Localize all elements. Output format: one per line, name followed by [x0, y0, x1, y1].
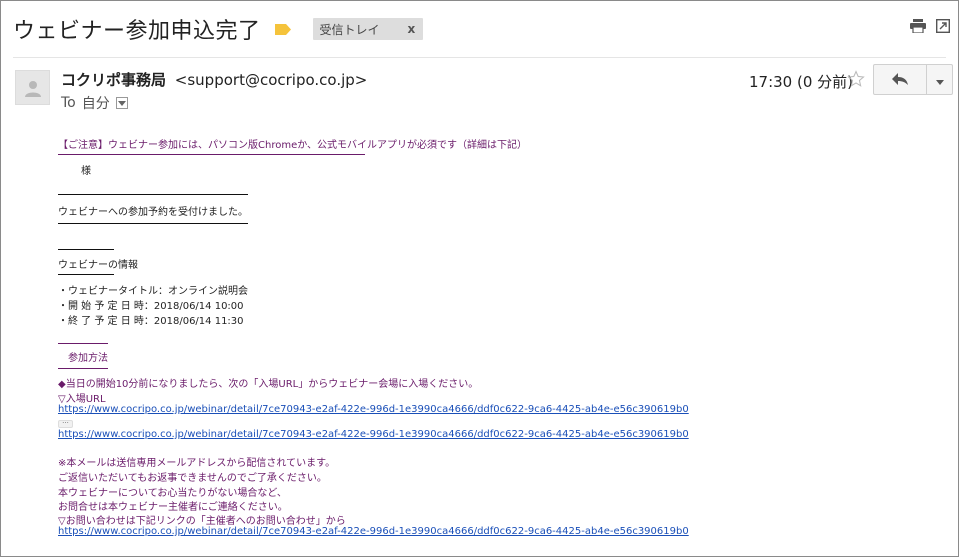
top-actions [910, 19, 950, 33]
salutation-text: 様 [81, 166, 91, 177]
show-trimmed-content-button[interactable]: ··· [58, 420, 73, 428]
print-icon[interactable] [910, 19, 926, 33]
inbox-label-text: 受信トレイ [319, 22, 380, 37]
entry-url-label: ▽入場URL [58, 394, 106, 405]
email-subject: ウェビナー参加申込完了 [13, 19, 261, 44]
dropdown-icon[interactable] [115, 97, 128, 109]
method-rule-bottom [58, 368, 108, 369]
footer-line-5: ▽お問い合わせは下記リンクの「主催者へのお問い合わせ」から [58, 516, 346, 527]
to-label: To [61, 95, 76, 111]
notice-rule [58, 154, 365, 155]
more-caret-icon [935, 70, 944, 89]
info-heading: ウェビナーの情報 [58, 260, 138, 271]
more-actions-button[interactable] [927, 65, 952, 94]
sender-line: コクリポ事務局 <support@cocripo.co.jp> [61, 69, 367, 90]
method-text: ◆当日の開始10分前になりましたら、次の「入場URL」からウェビナー会場に入場く… [58, 379, 479, 390]
reply-button-group [873, 64, 953, 95]
method-rule-top [58, 343, 108, 344]
sender-email: <support@cocripo.co.jp> [174, 71, 368, 89]
entry-url-link-2[interactable]: https://www.cocripo.co.jp/webinar/detail… [58, 429, 689, 440]
info-start: ・開 始 予 定 日 時：2018/06/14 10:00 [58, 301, 244, 312]
notice-text: 【ご注意】ウェビナー参加には、パソコン版Chromeか、公式モバイルアプリが必須… [58, 140, 528, 151]
email-window: ウェビナー参加申込完了 受信トレイ x コクリポ事務局 <support@coc… [0, 0, 959, 557]
inbox-label-chip: 受信トレイ x [312, 18, 424, 40]
received-rule-top [58, 194, 248, 195]
received-text: ウェビナーへの参加予約を受付けました。 [58, 207, 248, 218]
reply-button[interactable] [874, 65, 927, 94]
recipient-line: To 自分 [61, 93, 128, 113]
open-in-new-window-icon[interactable] [936, 19, 950, 33]
star-icon[interactable] [847, 70, 865, 92]
received-rule-bottom [58, 223, 248, 224]
avatar-person-icon [15, 70, 50, 105]
remove-label-button[interactable]: x [408, 22, 416, 36]
recipient-me: 自分 [81, 96, 110, 112]
info-end: ・終 了 予 定 日 時：2018/06/14 11:30 [58, 316, 244, 327]
footer-line-3: 本ウェビナーについてお心当たりがない場合など、 [58, 488, 287, 499]
entry-url-link[interactable]: https://www.cocripo.co.jp/webinar/detail… [58, 404, 689, 415]
email-timestamp: 17:30 (0 分前) [749, 73, 854, 91]
footer-line-1: ※本メールは送信専用メールアドレスから配信されています。 [58, 458, 336, 469]
method-heading: 参加方法 [68, 353, 108, 364]
footer-url-link[interactable]: https://www.cocripo.co.jp/webinar/detail… [58, 526, 689, 537]
sender-name[interactable]: コクリポ事務局 [61, 71, 166, 89]
reply-icon [892, 70, 908, 89]
footer-line-4: お問合せは本ウェビナー主催者にご連絡ください。 [58, 502, 288, 513]
subject-row: ウェビナー参加申込完了 受信トレイ x [13, 13, 424, 45]
label-tag-icon[interactable] [274, 23, 291, 35]
info-rule-top [58, 249, 114, 250]
info-title: ・ウェビナータイトル：オンライン説明会 [58, 286, 248, 297]
footer-line-2: ご返信いただいてもお返事できませんのでご了承ください。 [58, 473, 327, 484]
header-divider [13, 57, 946, 58]
info-rule-bottom [58, 274, 114, 275]
